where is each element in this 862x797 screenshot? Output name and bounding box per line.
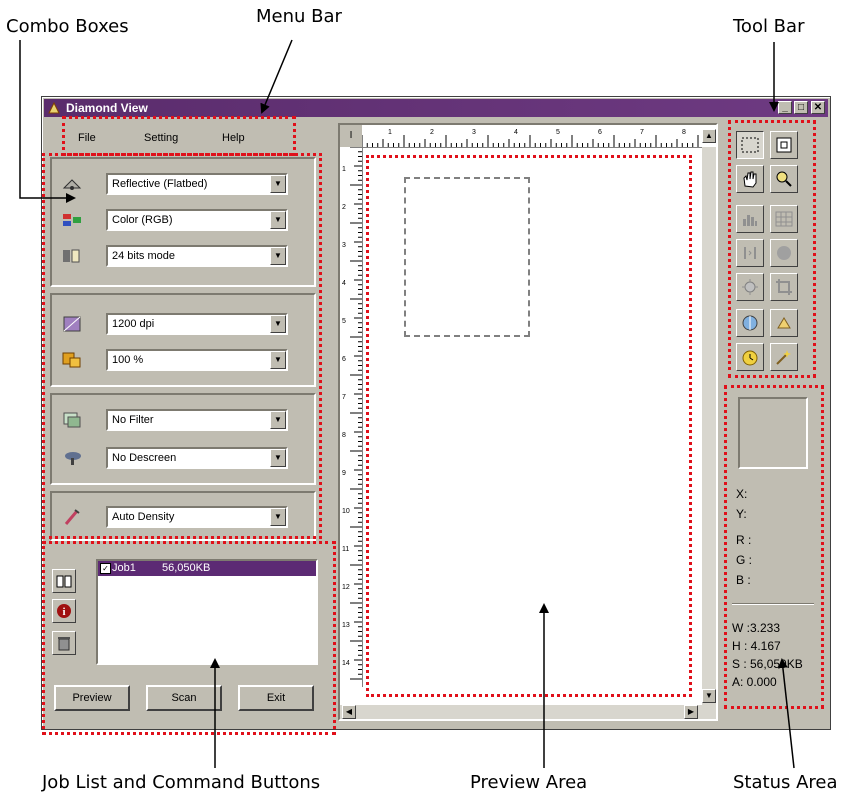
callout-combo-boxes: Combo Boxes <box>6 16 129 37</box>
ruler-label: 2 <box>430 129 434 136</box>
ruler-label: 3 <box>342 242 346 249</box>
ruler-label: 4 <box>514 129 518 136</box>
scroll-left-button[interactable]: ◀ <box>342 705 356 719</box>
annotation-menu-bar <box>62 116 296 156</box>
callout-menu-bar: Menu Bar <box>256 6 342 27</box>
ruler-label: 2 <box>342 204 346 211</box>
ruler-label: 7 <box>640 129 644 136</box>
scroll-right-button[interactable]: ▶ <box>684 705 698 719</box>
ruler-label: 14 <box>342 660 350 667</box>
scroll-down-button[interactable]: ▼ <box>702 689 716 703</box>
ruler-label: 1 <box>342 166 346 173</box>
diamond-app-icon <box>48 102 60 114</box>
ruler-label: 4 <box>342 280 346 287</box>
ruler-label: 11 <box>342 546 349 553</box>
minimize-button[interactable]: _ <box>778 101 792 114</box>
ruler-label: 3 <box>472 129 476 136</box>
annotation-status-area <box>724 385 824 709</box>
ruler-label: 7 <box>342 394 346 401</box>
callout-preview-area: Preview Area <box>470 772 588 793</box>
window-title: Diamond View <box>66 101 148 115</box>
annotation-job-list <box>42 541 336 735</box>
annotation-preview-area <box>366 155 692 697</box>
ruler-label: 1 <box>388 129 392 136</box>
vertical-ruler: 1234567891011121314 <box>340 147 363 687</box>
vertical-scrollbar[interactable] <box>702 147 716 705</box>
ruler-label: 8 <box>342 432 346 439</box>
horizontal-scrollbar[interactable] <box>340 705 716 719</box>
horizontal-ruler: 1 2 3 4 5 6 7 8 <box>362 125 702 148</box>
close-button[interactable]: ✕ <box>811 101 825 114</box>
ruler-label: 5 <box>556 129 560 136</box>
ruler-label: 9 <box>342 470 346 477</box>
scroll-up-button[interactable]: ▲ <box>702 129 716 143</box>
ruler-label: 10 <box>342 508 350 515</box>
annotation-combo-boxes <box>42 153 322 539</box>
maximize-button[interactable]: □ <box>794 101 808 114</box>
annotation-tool-bar <box>728 120 816 378</box>
title-bar[interactable]: Diamond View _ □ ✕ <box>44 99 828 117</box>
ruler-label: 5 <box>342 318 346 325</box>
ruler-label: 6 <box>598 129 602 136</box>
callout-job-list: Job List and Command Buttons <box>42 772 321 793</box>
callout-status-area: Status Area <box>733 772 838 793</box>
ruler-label: 12 <box>342 584 350 591</box>
ruler-label: 8 <box>682 129 686 136</box>
ruler-label: 6 <box>342 356 346 363</box>
callout-tool-bar: Tool Bar <box>733 16 805 37</box>
ruler-label: 13 <box>342 622 350 629</box>
ruler-corner: I <box>340 125 362 147</box>
